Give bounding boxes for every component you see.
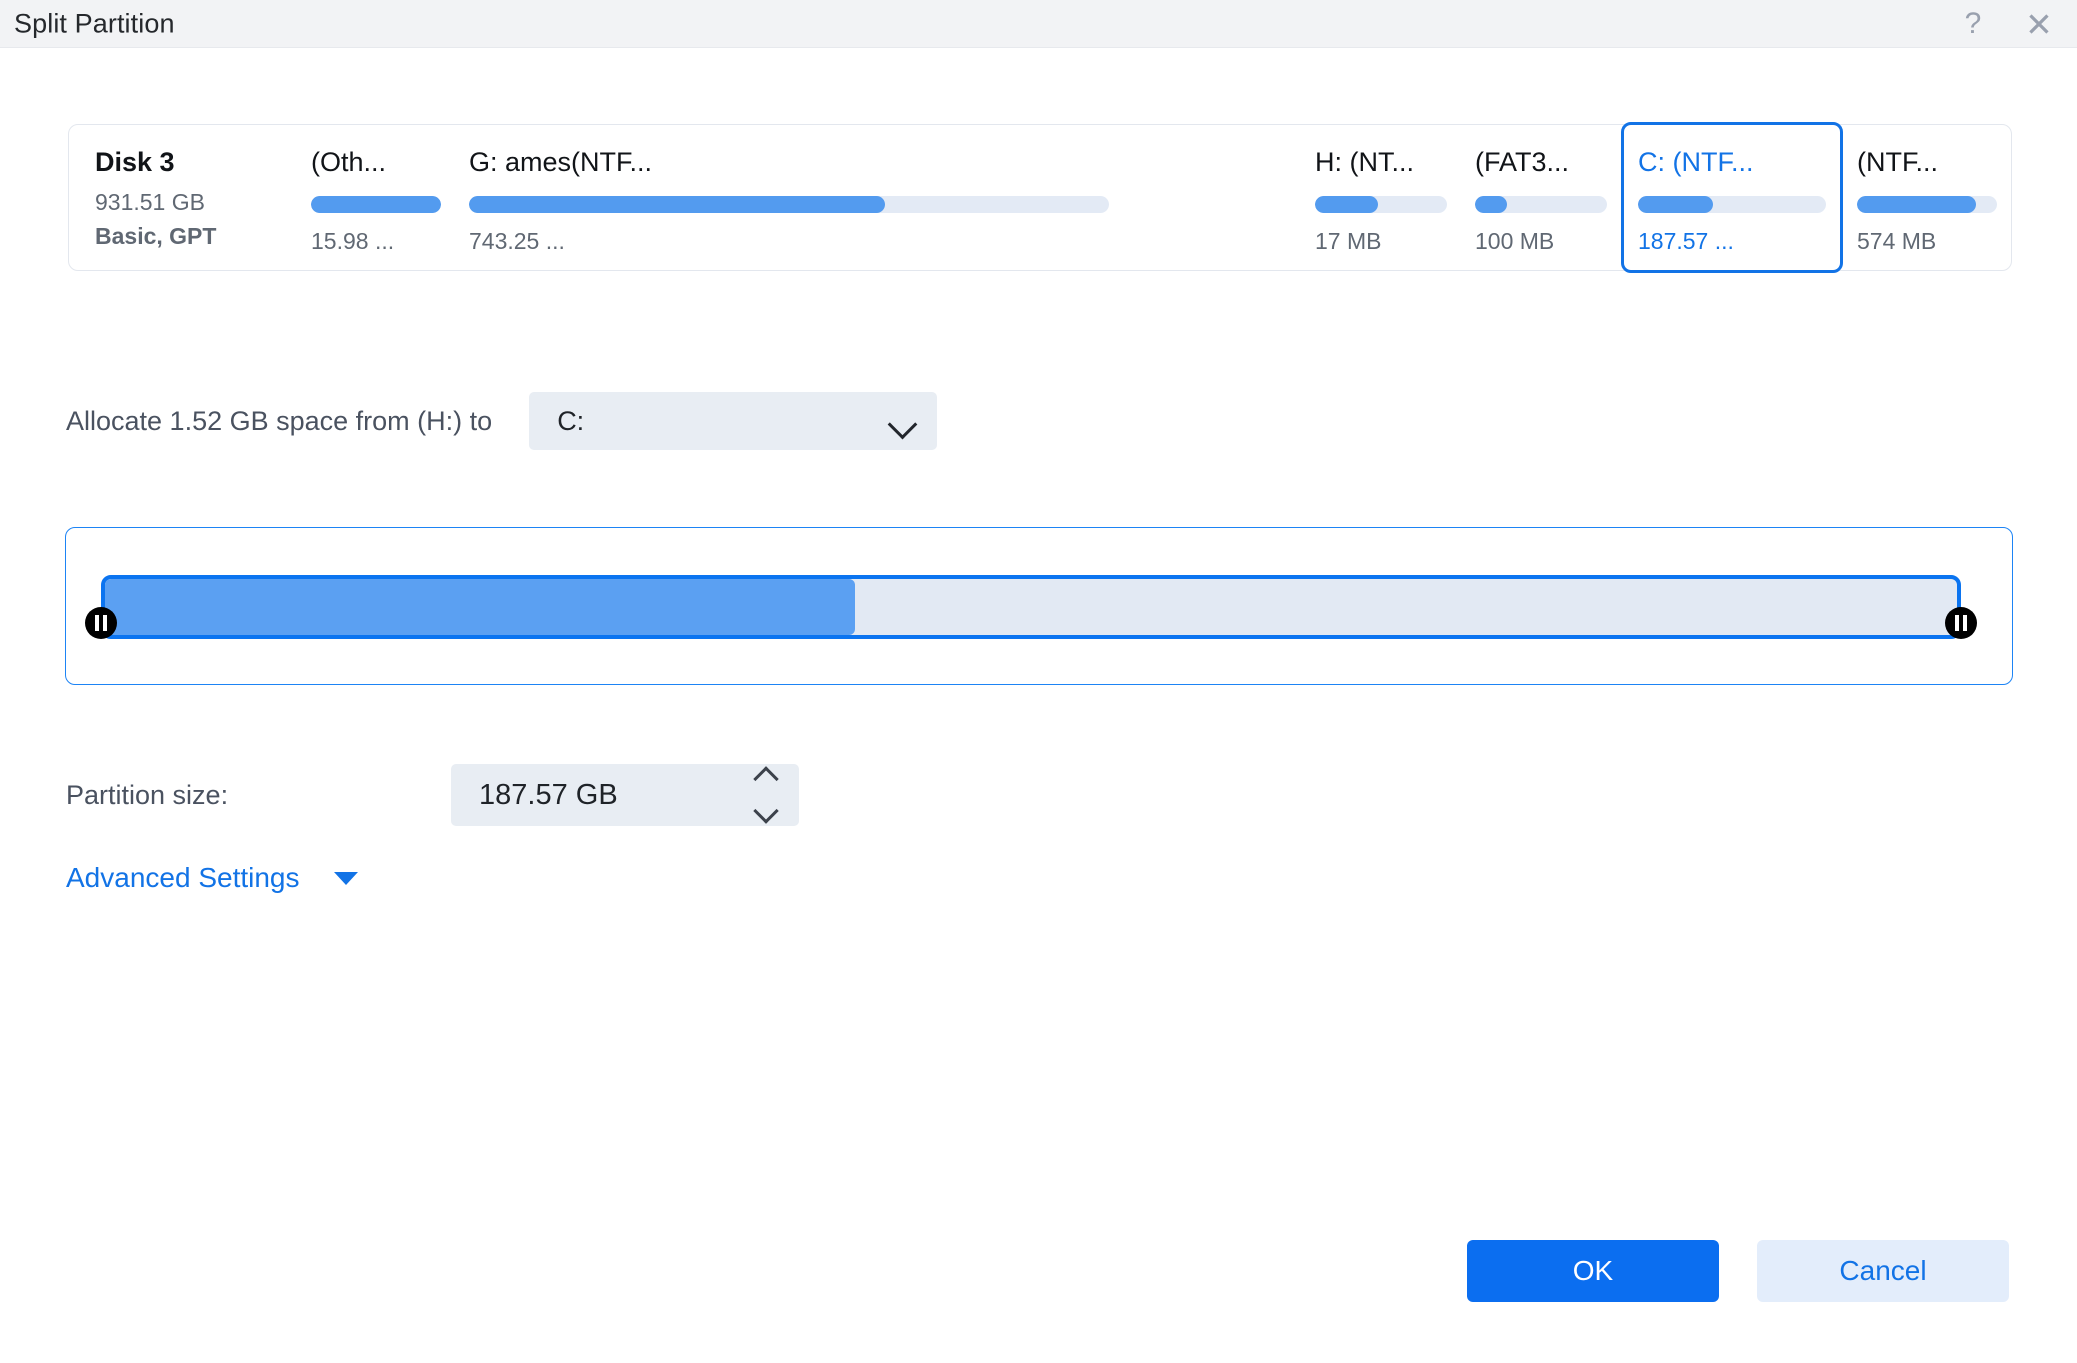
partition-card-h[interactable]: H: (NT... 17 MB (1301, 125, 1461, 270)
partition-size: 743.25 ... (469, 228, 565, 255)
partition-label: G: ames(NTF... (469, 147, 653, 177)
partition-label: (Oth... (311, 147, 387, 177)
ok-button[interactable]: OK (1467, 1240, 1719, 1302)
partition-size: 187.57 ... (1638, 228, 1734, 255)
partition-size: 100 MB (1475, 228, 1555, 255)
partition-usage-fill (311, 196, 441, 214)
chevron-up-icon[interactable] (753, 766, 779, 792)
close-icon[interactable]: ✕ (2011, 2, 2067, 46)
partition-usage-bar (311, 196, 441, 214)
partition-usage-bar (1475, 196, 1607, 214)
partition-usage-bar (1315, 196, 1447, 214)
split-slider-track[interactable] (101, 575, 1961, 639)
window-controls: ? ✕ (1945, 0, 2067, 48)
partition-card-other[interactable]: (Oth... 15.98 ... (297, 125, 455, 270)
partition-usage-fill (1638, 196, 1714, 214)
partition-label: H: (NT... (1315, 147, 1414, 177)
allocate-row: Allocate 1.52 GB space from (H:) to C: (66, 392, 938, 450)
partition-card-c-selected[interactable]: C: (NTF... 187.57 ... (1621, 122, 1843, 273)
disk-map-inner: Disk 3 931.51 GB Basic, GPT (Oth... 15.9… (69, 122, 2011, 273)
chevron-down-icon[interactable] (753, 798, 779, 824)
partition-size-stepper[interactable]: 187.57 GB (451, 764, 799, 826)
partition-usage-fill (469, 196, 885, 214)
partition-label: (FAT3... (1475, 147, 1570, 177)
target-partition-select[interactable]: C: (529, 392, 938, 450)
cancel-button[interactable]: Cancel (1757, 1240, 2009, 1302)
partition-size-row: Partition size: 187.57 GB (66, 764, 799, 826)
drag-handle-icon-bar (1955, 615, 1959, 631)
advanced-settings-label: Advanced Settings (66, 862, 300, 893)
partition-card-fat32[interactable]: (FAT3... 100 MB (1461, 125, 1621, 270)
split-slider[interactable] (65, 527, 2013, 685)
partition-size: 17 MB (1315, 228, 1382, 255)
chevron-down-icon (887, 409, 918, 440)
partition-usage-fill (1857, 196, 1976, 214)
split-slider-handle-left[interactable] (85, 607, 117, 639)
partition-card-ntfs[interactable]: (NTF... 574 MB (1843, 125, 2011, 270)
drag-handle-icon-bar (95, 615, 99, 631)
partition-label: C: (NTF... (1638, 147, 1754, 177)
disk-type: Basic, GPT (95, 223, 217, 250)
partition-usage-bar (1857, 196, 1997, 214)
split-slider-fill (105, 579, 856, 635)
drag-handle-icon-bar (103, 615, 107, 631)
title-bar: Split Partition ? ✕ (0, 0, 2077, 48)
help-icon[interactable]: ? (1945, 2, 2001, 46)
partition-size: 574 MB (1857, 228, 1937, 255)
partition-size: 15.98 ... (311, 228, 395, 255)
advanced-settings-toggle[interactable]: Advanced Settings (66, 862, 358, 894)
disk-map-card: Disk 3 931.51 GB Basic, GPT (Oth... 15.9… (68, 122, 2012, 273)
partition-usage-fill (1315, 196, 1379, 214)
allocate-label: Allocate 1.52 GB space from (H:) to (66, 405, 493, 436)
drag-handle-icon-bar (1963, 615, 1967, 631)
partition-usage-bar (469, 196, 1109, 214)
dialog-footer: OK Cancel (1467, 1240, 2009, 1302)
partition-card-g[interactable]: G: ames(NTF... 743.25 ... (455, 125, 1123, 270)
target-partition-value: C: (557, 405, 585, 436)
partition-usage-fill (1475, 196, 1507, 214)
partition-size-value: 187.57 GB (479, 778, 618, 811)
window-title: Split Partition (14, 8, 175, 38)
disk-info: Disk 3 931.51 GB Basic, GPT (69, 125, 297, 270)
triangle-down-icon (333, 871, 358, 885)
stepper-buttons (749, 764, 783, 826)
partition-size-label: Partition size: (66, 779, 229, 810)
partition-usage-bar (1638, 196, 1826, 214)
split-slider-handle-right[interactable] (1945, 607, 1977, 639)
disk-name: Disk 3 (95, 147, 175, 177)
partition-list: (Oth... 15.98 ... G: ames(NTF... 743.25 … (297, 122, 2011, 273)
disk-size: 931.51 GB (95, 188, 205, 215)
partition-label: (NTF... (1857, 147, 1938, 177)
